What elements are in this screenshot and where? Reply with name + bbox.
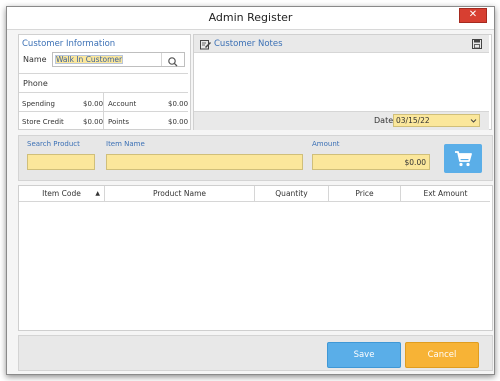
- spending-label: Spending: [22, 100, 55, 108]
- item-name-input[interactable]: [106, 154, 303, 170]
- cart-icon: [455, 151, 472, 167]
- points-value: $0.00: [168, 118, 189, 126]
- column-item-code[interactable]: Item Code ▲: [19, 186, 105, 201]
- customer-info-heading: Customer Information: [22, 39, 116, 49]
- column-ext-amount[interactable]: Ext Amount: [401, 186, 490, 201]
- admin-register-window: Admin Register ✕ Customer Information Na…: [6, 6, 495, 375]
- save-disk-icon[interactable]: [472, 39, 482, 49]
- amount-input[interactable]: $0.00: [312, 154, 430, 170]
- phone-label: Phone: [23, 79, 48, 88]
- customer-info-panel: Customer Information Name Walk In Custom…: [18, 34, 191, 130]
- date-value: 03/15/22: [396, 116, 430, 125]
- search-product-input[interactable]: [27, 154, 95, 170]
- close-icon: ✕: [468, 9, 478, 20]
- items-table: Item Code ▲ Product Name Quantity Price …: [18, 185, 493, 331]
- search-customer-button[interactable]: [161, 53, 184, 67]
- footer-panel: Save Cancel: [18, 335, 493, 371]
- name-field[interactable]: Walk In Customer: [52, 52, 185, 67]
- note-edit-icon: [200, 40, 211, 50]
- column-product-name[interactable]: Product Name: [105, 186, 255, 201]
- customer-notes-heading: Customer Notes: [214, 39, 283, 49]
- notes-textarea[interactable]: [194, 53, 489, 111]
- account-label: Account: [108, 100, 137, 108]
- save-button[interactable]: Save: [327, 342, 401, 368]
- table-header: Item Code ▲ Product Name Quantity Price …: [19, 186, 490, 202]
- name-value: Walk In Customer: [55, 55, 124, 64]
- item-name-label: Item Name: [106, 140, 145, 148]
- sort-up-icon: ▲: [95, 190, 100, 197]
- store-credit-value: $0.00: [83, 118, 104, 126]
- customer-notes-panel: Customer Notes Date 03/15/22: [193, 34, 492, 130]
- amount-value: $0.00: [404, 158, 426, 167]
- spending-value: $0.00: [83, 100, 104, 108]
- magnifier-icon: [168, 57, 178, 67]
- points-label: Points: [108, 118, 130, 126]
- product-entry-panel: Search Product Item Name Amount $0.00: [18, 135, 493, 181]
- close-button[interactable]: ✕: [459, 8, 487, 23]
- date-label: Date: [374, 116, 394, 125]
- column-price[interactable]: Price: [329, 186, 401, 201]
- name-label: Name: [23, 55, 47, 64]
- date-picker[interactable]: 03/15/22: [393, 114, 480, 127]
- title-bar: Admin Register ✕: [7, 7, 494, 30]
- window-title: Admin Register: [208, 11, 293, 24]
- account-value: $0.00: [168, 100, 189, 108]
- column-quantity[interactable]: Quantity: [255, 186, 329, 201]
- add-to-cart-button[interactable]: [444, 144, 482, 173]
- store-credit-label: Store Credit: [22, 118, 64, 126]
- search-product-label: Search Product: [27, 140, 80, 148]
- cancel-button[interactable]: Cancel: [405, 342, 479, 368]
- amount-label: Amount: [312, 140, 340, 148]
- chevron-down-icon: [470, 119, 477, 123]
